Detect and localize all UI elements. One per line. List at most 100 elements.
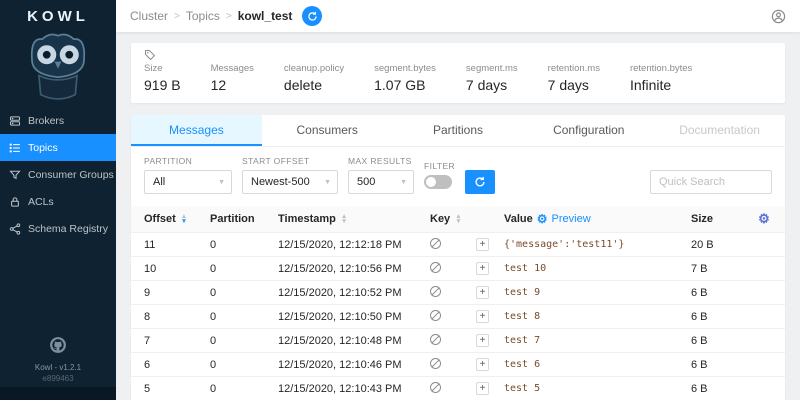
preview-settings-gear-icon[interactable]: ⚙ xyxy=(537,212,548,226)
expand-row-button[interactable]: + xyxy=(476,310,489,323)
cell-key xyxy=(430,310,476,324)
cell-offset: 7 xyxy=(144,335,210,347)
cell-partition: 0 xyxy=(210,383,278,395)
tab-consumers[interactable]: Consumers xyxy=(262,115,393,146)
stat-size: Size 919 B xyxy=(144,63,181,93)
logo: KOWL xyxy=(0,0,116,105)
stat-cleanup-policy: cleanup.policy delete xyxy=(284,63,344,93)
null-key-icon xyxy=(430,286,441,297)
app-build-hash: e899463 xyxy=(0,374,116,383)
breadcrumb-topics[interactable]: Topics xyxy=(186,9,220,23)
cell-key xyxy=(430,238,476,252)
cell-expand: + xyxy=(476,310,504,323)
cell-offset: 11 xyxy=(144,239,210,251)
sidebar-item-acls[interactable]: ACLs xyxy=(0,188,116,215)
tab-configuration[interactable]: Configuration xyxy=(523,115,654,146)
message-table-body: 11 0 12/15/2020, 12:12:18 PM + {'message… xyxy=(131,233,785,400)
cell-expand: + xyxy=(476,238,504,251)
partition-filter-label: PARTITION xyxy=(144,156,232,166)
chevron-down-icon: ▼ xyxy=(218,179,225,186)
null-key-icon xyxy=(430,382,441,393)
preview-link[interactable]: Preview xyxy=(552,213,591,225)
null-key-icon xyxy=(430,310,441,321)
table-row: 10 0 12/15/2020, 12:10:56 PM + test 10 7… xyxy=(131,257,785,281)
topic-detail-card: Messages Consumers Partitions Configurat… xyxy=(131,115,785,400)
sync-icon xyxy=(307,11,318,22)
max-results-select[interactable]: 500 ▼ xyxy=(348,170,414,194)
server-icon xyxy=(9,115,21,127)
cell-offset: 8 xyxy=(144,311,210,323)
user-menu-button[interactable] xyxy=(771,9,786,24)
cell-key xyxy=(430,334,476,348)
column-label: Timestamp xyxy=(278,213,336,225)
github-icon[interactable] xyxy=(48,335,68,355)
expand-row-button[interactable]: + xyxy=(476,382,489,395)
messages-refresh-button[interactable] xyxy=(465,170,495,194)
sidebar-item-label: Topics xyxy=(28,142,58,154)
null-key-icon xyxy=(430,358,441,369)
max-results-select-value: 500 xyxy=(357,176,375,188)
lock-icon xyxy=(9,196,21,208)
column-partition[interactable]: Partition xyxy=(210,213,278,225)
stats-row: Size 919 B Messages 12 cleanup.policy de… xyxy=(144,63,772,93)
cell-partition: 0 xyxy=(210,263,278,275)
sidebar-item-label: Brokers xyxy=(28,115,64,127)
column-key[interactable]: Key ▲▼ xyxy=(430,213,476,225)
cell-key xyxy=(430,358,476,372)
breadcrumb-cluster[interactable]: Cluster xyxy=(130,9,168,23)
null-key-icon xyxy=(430,262,441,273)
expand-row-button[interactable]: + xyxy=(476,358,489,371)
column-label: Key xyxy=(430,213,450,225)
topic-stats-card: Size 919 B Messages 12 cleanup.policy de… xyxy=(131,43,785,103)
stat-label: segment.bytes xyxy=(374,63,436,74)
partition-filter: PARTITION All ▼ xyxy=(144,156,232,194)
expand-row-button[interactable]: + xyxy=(476,238,489,251)
share-icon xyxy=(9,223,21,235)
column-timestamp[interactable]: Timestamp ▲▼ xyxy=(278,213,430,225)
sidebar-item-label: Schema Registry xyxy=(28,223,108,235)
sidebar-item-consumer-groups[interactable]: Consumer Groups xyxy=(0,161,116,188)
user-icon xyxy=(771,9,786,24)
sidebar-item-topics[interactable]: Topics xyxy=(0,134,116,161)
filter-toggle[interactable] xyxy=(424,175,452,189)
breadcrumb-separator: > xyxy=(174,11,180,22)
null-key-icon xyxy=(430,238,441,249)
start-offset-select-value: Newest-500 xyxy=(251,176,310,188)
filter-toggle-group: FILTER xyxy=(424,161,455,194)
stat-label: cleanup.policy xyxy=(284,63,344,74)
stat-label: retention.bytes xyxy=(630,63,692,74)
breadcrumb-current-topic: kowl_test xyxy=(238,9,293,23)
app-version: Kowl - v1.2.1 xyxy=(0,363,116,372)
tab-documentation[interactable]: Documentation xyxy=(654,115,785,146)
sidebar-item-schema-registry[interactable]: Schema Registry xyxy=(0,215,116,242)
stat-label: retention.ms xyxy=(548,63,600,74)
tab-messages[interactable]: Messages xyxy=(131,115,262,146)
sidebar-item-brokers[interactable]: Brokers xyxy=(0,107,116,134)
page-refresh-button[interactable] xyxy=(302,6,322,26)
app: KOWL Brokers Topics Consum xyxy=(0,0,800,400)
stat-segment-bytes: segment.bytes 1.07 GB xyxy=(374,63,436,93)
chevron-down-icon: ▼ xyxy=(400,179,407,186)
cell-expand: + xyxy=(476,358,504,371)
expand-row-button[interactable]: + xyxy=(476,286,489,299)
column-offset[interactable]: Offset ▲▼ xyxy=(144,213,210,225)
tab-partitions[interactable]: Partitions xyxy=(393,115,524,146)
table-settings-gear-icon[interactable]: ⚙ xyxy=(749,211,779,227)
stat-value: 919 B xyxy=(144,77,181,93)
cell-value: test 7 xyxy=(504,335,691,346)
expand-row-button[interactable]: + xyxy=(476,334,489,347)
cell-expand: + xyxy=(476,286,504,299)
logo-text: KOWL xyxy=(0,8,116,25)
cell-size: 20 B xyxy=(691,239,749,251)
cell-offset: 10 xyxy=(144,263,210,275)
start-offset-select[interactable]: Newest-500 ▼ xyxy=(242,170,338,194)
tab-bar: Messages Consumers Partitions Configurat… xyxy=(131,115,785,147)
quick-search-input[interactable] xyxy=(650,170,772,194)
cell-size: 6 B xyxy=(691,335,749,347)
expand-row-button[interactable]: + xyxy=(476,262,489,275)
partition-select[interactable]: All ▼ xyxy=(144,170,232,194)
stat-value: 12 xyxy=(211,77,254,93)
partition-select-value: All xyxy=(153,176,165,188)
filter-toggle-label: FILTER xyxy=(424,161,455,171)
stat-value: Infinite xyxy=(630,77,692,93)
